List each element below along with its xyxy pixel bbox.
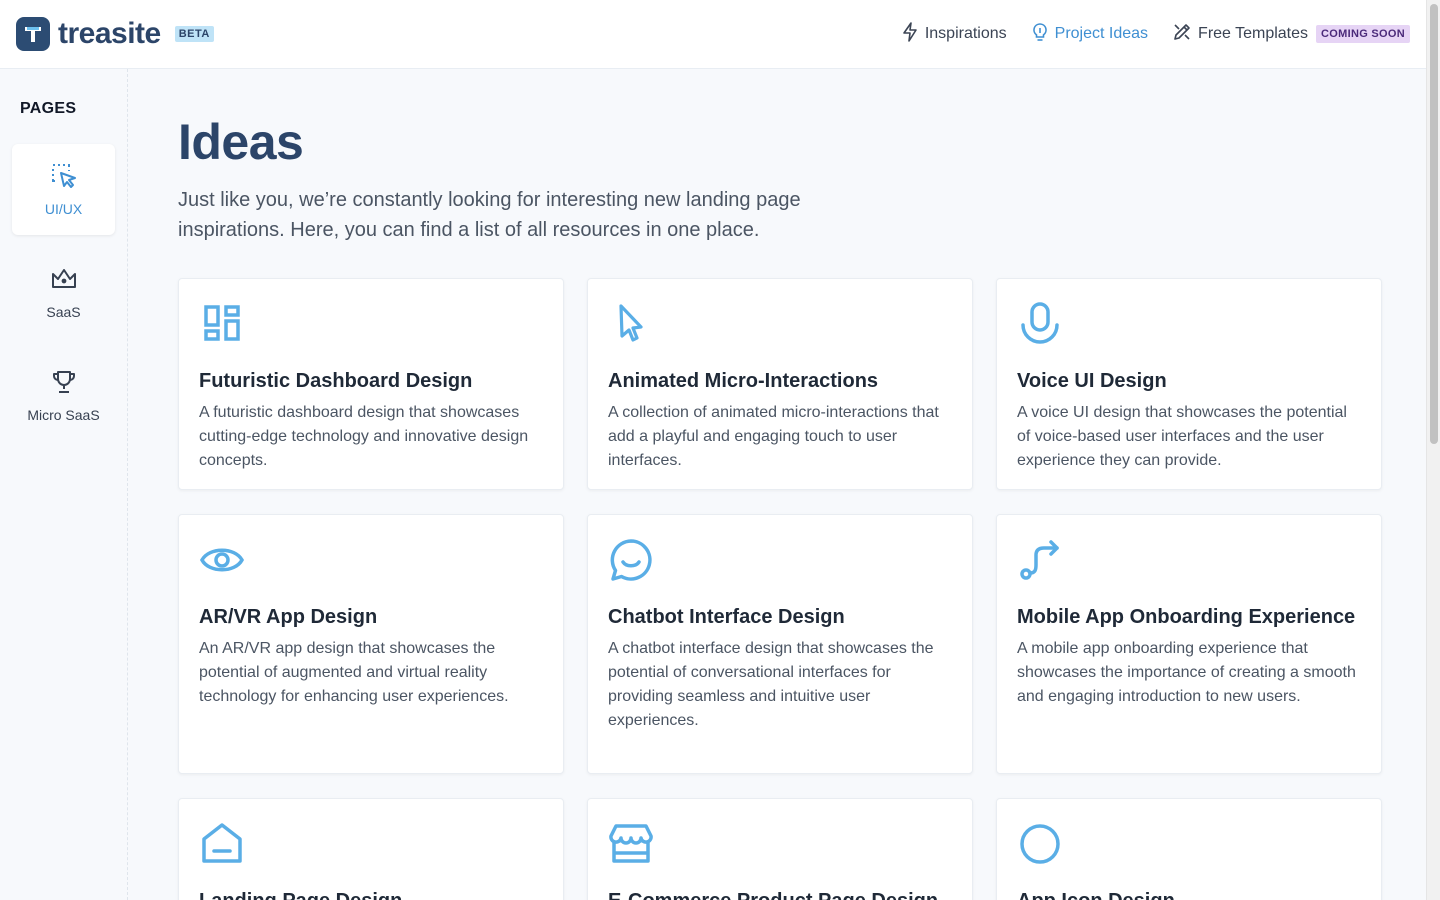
card-description: A futuristic dashboard design that showc… [199, 404, 529, 469]
idea-card[interactable]: App Icon Design [996, 798, 1382, 900]
dotted-cursor-icon [50, 162, 78, 193]
card-description: A collection of animated micro-interacti… [608, 404, 939, 469]
sidebar-item-saas-label: SaaS [46, 304, 81, 320]
idea-card[interactable]: AR/VR App Design An AR/VR app design tha… [178, 514, 564, 774]
scrollbar-thumb[interactable] [1430, 4, 1438, 444]
eye-icon [199, 537, 249, 583]
sidebar-item-uiux[interactable]: UI/UX [12, 144, 115, 235]
card-title: Animated Micro-Interactions [608, 370, 879, 392]
page-scrollbar[interactable] [1426, 0, 1440, 900]
crown-icon [50, 265, 78, 296]
card-title: Voice UI Design [1017, 370, 1167, 392]
coming-soon-badge: COMING SOON [1316, 25, 1410, 43]
nav-free-templates-label: Free Templates [1198, 25, 1309, 42]
card-title: E-Commerce Product Page Design [608, 889, 952, 900]
nav-inspirations[interactable]: Inspirations [901, 21, 1007, 47]
card-description: A chatbot interface design that showcase… [608, 640, 934, 729]
idea-card[interactable]: Animated Micro-Interactions A collection… [587, 278, 973, 490]
card-description: A voice UI design that showcases the pot… [1017, 404, 1347, 469]
storefront-icon [608, 821, 658, 867]
sidebar-item-uiux-label: UI/UX [44, 201, 83, 217]
treasite-logo-icon [16, 17, 50, 51]
pencil-ruler-icon [1172, 22, 1192, 47]
card-title: Futuristic Dashboard Design [199, 370, 473, 392]
nav-inspirations-label: Inspirations [924, 25, 1007, 42]
bulb-icon [1031, 22, 1049, 47]
sidebar-item-micro-saas[interactable]: Micro SaaS [12, 350, 115, 441]
card-description: An AR/VR app design that showcases the p… [199, 640, 509, 705]
page-title: Ideas [178, 114, 304, 170]
brand-name: treasite [58, 17, 161, 50]
card-title: Chatbot Interface Design [608, 606, 845, 628]
top-header: treasite BETA Inspirations Project Ideas… [0, 0, 1426, 69]
route-arrow-icon [1017, 537, 1067, 583]
chat-smile-icon [608, 537, 658, 583]
card-title: AR/VR App Design [199, 606, 378, 628]
idea-card[interactable]: E-Commerce Product Page Design [587, 798, 973, 900]
idea-card[interactable]: Chatbot Interface Design A chatbot inter… [587, 514, 973, 774]
card-title: Landing Page Design [199, 889, 543, 900]
circle-icon [1017, 821, 1067, 867]
card-description: A mobile app onboarding experience that … [1017, 640, 1356, 705]
bolt-icon [901, 21, 919, 47]
sidebar-item-micro-saas-label: Micro SaaS [27, 407, 100, 423]
idea-card[interactable]: Mobile App Onboarding Experience A mobil… [996, 514, 1382, 774]
idea-card[interactable]: Landing Page Design [178, 798, 564, 900]
nav-free-templates[interactable]: Free Templates COMING SOON [1172, 22, 1410, 47]
brand[interactable]: treasite BETA [16, 17, 214, 51]
idea-card[interactable]: Futuristic Dashboard Design A futuristic… [178, 278, 564, 490]
nav-project-ideas[interactable]: Project Ideas [1031, 22, 1148, 47]
idea-card[interactable]: Voice UI Design A voice UI design that s… [996, 278, 1382, 490]
card-title: Mobile App Onboarding Experience [1017, 606, 1356, 628]
microphone-icon [1017, 301, 1067, 347]
sidebar: PAGES UI/UX SaaS Micro SaaS [0, 69, 128, 900]
sidebar-item-saas[interactable]: SaaS [12, 247, 115, 338]
page-intro: Just like you, we’re constantly looking … [178, 189, 801, 241]
main-nav: Inspirations Project Ideas Free Template… [901, 21, 1410, 47]
trophy-icon [50, 368, 78, 399]
home-icon [199, 821, 249, 867]
nav-project-ideas-label: Project Ideas [1054, 25, 1149, 42]
dashboard-icon [199, 301, 249, 347]
card-title: App Icon Design [1017, 889, 1361, 900]
pointer-icon [608, 301, 658, 347]
sidebar-title: PAGES [20, 100, 77, 117]
beta-badge: BETA [174, 26, 214, 42]
